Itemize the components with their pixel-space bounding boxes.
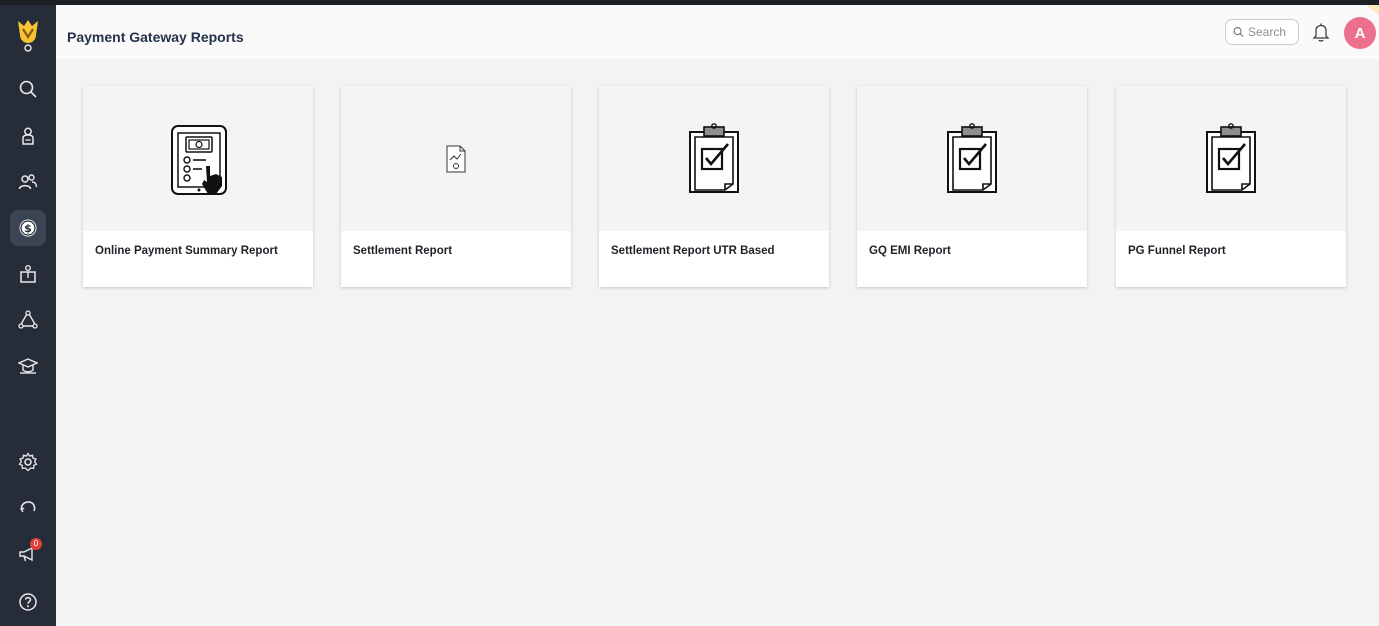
report-card-online-payment-summary[interactable]: Online Payment Summary Report xyxy=(83,86,313,287)
search-input[interactable] xyxy=(1248,25,1298,39)
sidebar-item-announcements[interactable]: 0 xyxy=(10,536,46,572)
card-image xyxy=(1116,86,1346,231)
notification-bell-icon[interactable] xyxy=(1312,22,1330,42)
card-label: GQ EMI Report xyxy=(869,245,951,257)
sidebar-item-admission[interactable] xyxy=(10,256,46,292)
avatar[interactable]: A xyxy=(1344,17,1376,49)
card-image xyxy=(341,86,571,231)
sidebar-item-users[interactable] xyxy=(10,164,46,200)
sidebar-item-academics[interactable] xyxy=(10,348,46,384)
sidebar-item-help[interactable] xyxy=(10,584,46,620)
sidebar-item-settings[interactable] xyxy=(10,444,46,480)
report-card-settlement[interactable]: Settlement Report xyxy=(341,86,571,287)
gear-icon xyxy=(18,452,38,472)
users-icon xyxy=(18,174,38,190)
person-board-icon xyxy=(20,265,36,283)
svg-text:$: $ xyxy=(24,222,32,235)
report-card-gq-emi[interactable]: GQ EMI Report xyxy=(857,86,1087,287)
top-header: Payment Gateway Reports A xyxy=(56,5,1379,59)
search-icon xyxy=(19,80,37,98)
sidebar-item-search[interactable] xyxy=(10,71,46,107)
card-label: Online Payment Summary Report xyxy=(95,245,278,257)
tablet-payment-icon xyxy=(171,124,227,195)
network-icon xyxy=(18,310,38,329)
sidebar-item-payments[interactable]: $ xyxy=(10,210,46,246)
sidebar: $ 0 xyxy=(0,5,56,626)
help-icon xyxy=(19,593,37,611)
refresh-icon xyxy=(20,501,36,513)
card-image xyxy=(599,86,829,231)
sidebar-item-refresh[interactable] xyxy=(10,490,46,526)
document-chart-icon xyxy=(446,145,466,172)
card-image xyxy=(857,86,1087,231)
clipboard-check-icon xyxy=(947,122,997,193)
notification-badge: 0 xyxy=(30,538,42,550)
report-card-pg-funnel[interactable]: PG Funnel Report xyxy=(1116,86,1346,287)
search-box[interactable] xyxy=(1225,19,1299,45)
search-icon xyxy=(1233,27,1244,37)
dollar-coin-icon: $ xyxy=(19,219,37,237)
card-label: Settlement Report xyxy=(353,245,453,257)
sidebar-item-onboarding[interactable] xyxy=(10,118,46,154)
sidebar-item-network[interactable] xyxy=(10,302,46,338)
person-badge-icon xyxy=(22,127,34,145)
page-title: Payment Gateway Reports xyxy=(67,29,244,45)
clipboard-check-icon xyxy=(689,122,739,193)
report-card-settlement-utr[interactable]: Settlement Report UTR Based xyxy=(599,86,829,287)
clipboard-check-icon xyxy=(1206,122,1256,193)
card-label: Settlement Report UTR Based xyxy=(611,245,775,257)
app-logo-icon[interactable] xyxy=(14,17,42,53)
graduation-cap-icon xyxy=(18,358,38,374)
card-image xyxy=(83,86,313,231)
card-label: PG Funnel Report xyxy=(1128,245,1226,257)
